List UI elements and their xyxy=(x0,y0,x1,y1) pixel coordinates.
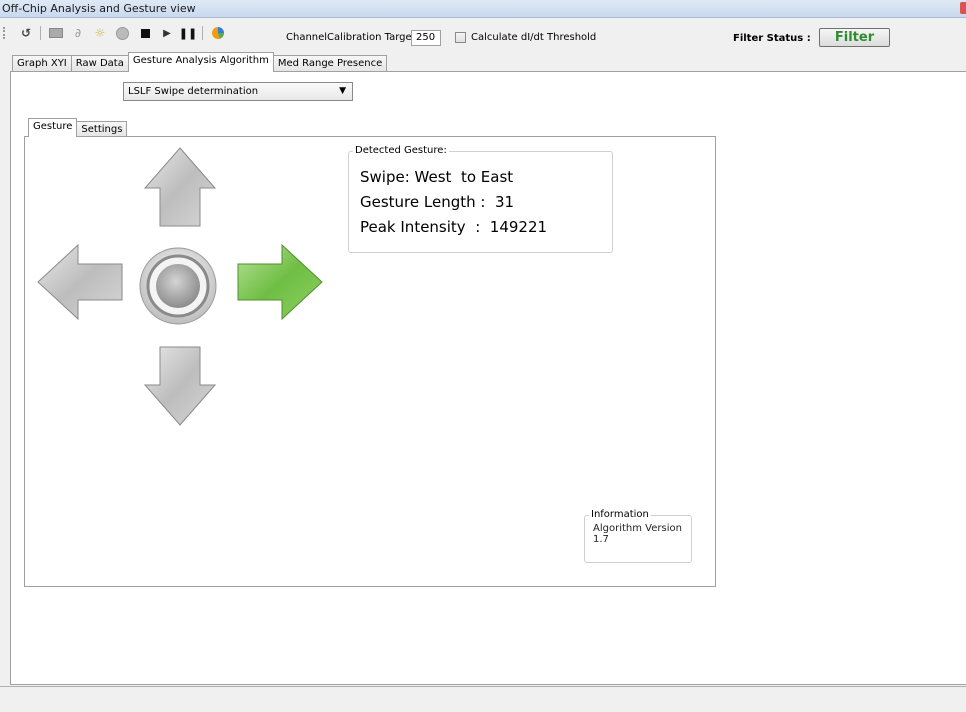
tab-graph-xyi[interactable]: Graph XYI xyxy=(12,55,72,72)
settings-icon[interactable]: ☼ xyxy=(92,25,108,41)
pause-icon[interactable]: ❚❚ xyxy=(179,25,197,41)
window-title: Off-Chip Analysis and Gesture view xyxy=(2,2,196,15)
direction-indicator xyxy=(37,147,323,426)
center-target-icon xyxy=(139,247,217,325)
tab-settings[interactable]: Settings xyxy=(76,121,128,137)
tab-gesture[interactable]: Gesture xyxy=(28,118,78,137)
detected-gesture-legend: Detected Gesture: xyxy=(353,145,449,156)
gesture-length: Gesture Length : 31 xyxy=(360,193,515,211)
close-icon[interactable] xyxy=(960,2,966,14)
arrow-down-icon xyxy=(143,346,217,426)
main-tab-strip: Graph XYI Raw Data Gesture Analysis Algo… xyxy=(12,52,388,72)
calibration-label: ChannelCalibration Target xyxy=(286,32,416,43)
swipe-direction: Swipe: West to East xyxy=(360,168,514,186)
pie-chart-icon[interactable] xyxy=(210,25,226,41)
status-bar xyxy=(0,686,966,712)
title-bar: Off-Chip Analysis and Gesture view xyxy=(0,0,966,18)
device-icon[interactable] xyxy=(48,25,64,41)
stop-icon[interactable] xyxy=(138,25,152,41)
record-icon[interactable] xyxy=(114,25,130,41)
arrow-left-icon xyxy=(37,243,123,321)
algorithm-version-label: Algorithm Version xyxy=(593,523,682,534)
tab-raw-data[interactable]: Raw Data xyxy=(70,55,129,72)
threshold-label: Calculate dI/dt Threshold xyxy=(471,32,597,43)
peak-intensity: Peak Intensity : 149221 xyxy=(360,218,548,236)
algorithm-version-value: 1.7 xyxy=(593,534,609,545)
calibration-target-input[interactable]: 250 xyxy=(411,30,441,46)
arrow-right-icon xyxy=(237,243,323,321)
filter-status-label: Filter Status : xyxy=(733,33,811,44)
tab-gesture-analysis[interactable]: Gesture Analysis Algorithm xyxy=(127,52,274,72)
arrow-up-icon xyxy=(143,147,217,227)
chevron-down-icon: ▼ xyxy=(339,86,346,96)
algorithm-select-value: LSLF Swipe determination xyxy=(128,86,259,97)
connect-icon[interactable]: ∂ xyxy=(70,25,86,41)
information-legend: Information xyxy=(589,509,651,520)
sub-tab-strip: Gesture Settings xyxy=(28,118,128,137)
filter-button[interactable]: Filter xyxy=(819,28,890,47)
reset-icon[interactable]: ↺ xyxy=(18,25,34,41)
play-icon[interactable]: ▶ xyxy=(160,25,174,41)
algorithm-select[interactable]: LSLF Swipe determination ▼ xyxy=(123,82,353,101)
tab-med-range-presence[interactable]: Med Range Presence xyxy=(272,55,388,72)
threshold-checkbox[interactable] xyxy=(455,32,466,43)
toolbar-grip[interactable] xyxy=(3,27,7,39)
